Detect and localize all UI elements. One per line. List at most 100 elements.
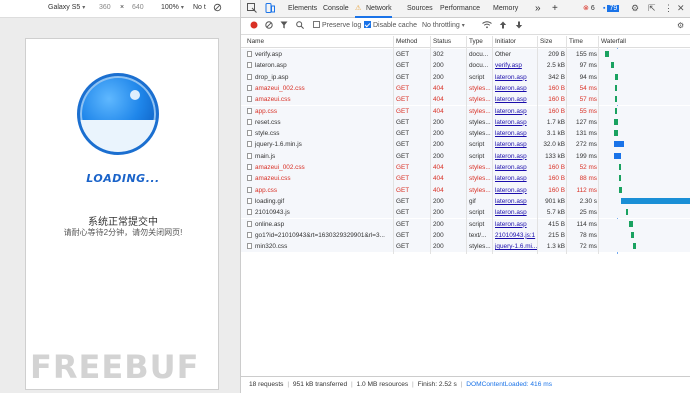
dock-icon[interactable]: ⇱ bbox=[648, 3, 656, 14]
request-type: text/... bbox=[469, 231, 487, 239]
upload-icon[interactable] bbox=[499, 20, 507, 32]
request-initiator[interactable]: lateron.asp bbox=[495, 219, 537, 230]
request-initiator[interactable]: lateron.asp bbox=[495, 196, 537, 207]
gear-icon[interactable]: ⚙ bbox=[631, 3, 639, 14]
request-name-cell[interactable]: lateron.asp bbox=[247, 60, 392, 71]
request-name-cell[interactable]: app.css bbox=[247, 106, 392, 117]
request-name-cell[interactable]: amazeui_002.css bbox=[247, 162, 392, 173]
tab-network[interactable]: ⚠ Network bbox=[355, 0, 392, 18]
request-size: 1.7 kB bbox=[546, 118, 565, 126]
tab-sources[interactable]: Sources bbox=[407, 0, 433, 18]
request-type: docu... bbox=[469, 51, 489, 58]
device-toolbar: Galaxy S5 ▾ 360 × 640 100% ▾ No t bbox=[0, 0, 240, 18]
request-initiator[interactable]: lateron.asp bbox=[495, 106, 537, 117]
request-initiator[interactable]: lateron.asp bbox=[495, 72, 537, 83]
add-tab-button[interactable]: + bbox=[552, 0, 558, 18]
request-name-cell[interactable]: loading.gif bbox=[247, 196, 392, 207]
file-icon bbox=[247, 152, 252, 159]
column-divider bbox=[566, 36, 567, 254]
wifi-icon[interactable] bbox=[482, 20, 492, 32]
throttling-select[interactable]: No throttling ▾ bbox=[422, 20, 465, 32]
column-header-method[interactable]: Method bbox=[396, 36, 417, 47]
request-initiator[interactable]: lateron.asp bbox=[495, 173, 537, 184]
error-badge[interactable]: ⊗ 6 bbox=[583, 0, 595, 18]
request-name-cell[interactable]: app.css bbox=[247, 185, 392, 196]
tab-memory[interactable]: Memory bbox=[493, 0, 518, 18]
request-initiator[interactable]: lateron.asp bbox=[495, 207, 537, 218]
request-initiator[interactable]: lateron.asp bbox=[495, 139, 537, 150]
record-icon[interactable] bbox=[250, 20, 258, 32]
device-select[interactable]: Galaxy S5 ▾ bbox=[48, 4, 85, 11]
waterfall-bar bbox=[610, 62, 615, 69]
request-status: 404 bbox=[433, 107, 444, 115]
request-initiator[interactable]: lateron.asp bbox=[495, 83, 537, 94]
tab-network-label: Network bbox=[366, 5, 392, 12]
request-status: 200 bbox=[433, 197, 444, 205]
inspect-icon[interactable] bbox=[247, 3, 257, 15]
request-name-cell[interactable]: jquery-1.6.min.js bbox=[247, 139, 392, 150]
height-input[interactable]: 640 bbox=[132, 4, 144, 11]
request-name-cell[interactable]: reset.css bbox=[247, 117, 392, 128]
width-input[interactable]: 360 bbox=[99, 4, 111, 11]
column-header-status[interactable]: Status bbox=[433, 36, 451, 47]
resources-size: 1.0 MB resources bbox=[356, 381, 409, 388]
devtools-panel: Elements Console ⚠ Network Sources Perfo… bbox=[240, 0, 690, 393]
filter-icon[interactable] bbox=[280, 20, 288, 32]
disable-cache-checkbox[interactable]: Disable cache bbox=[364, 20, 417, 32]
download-icon[interactable] bbox=[515, 20, 523, 32]
loading-text: LOADING... bbox=[86, 172, 160, 185]
tab-elements[interactable]: Elements bbox=[288, 0, 317, 18]
column-header-type[interactable]: Type bbox=[469, 36, 483, 47]
request-initiator[interactable]: lateron.asp bbox=[495, 151, 537, 162]
zoom-select[interactable]: 100% ▾ bbox=[161, 4, 184, 11]
request-name-cell[interactable]: 21010943.js bbox=[247, 207, 392, 218]
request-method: GET bbox=[396, 231, 410, 239]
request-name-cell[interactable]: drop_ip.asp bbox=[247, 72, 392, 83]
rotate-icon[interactable] bbox=[213, 3, 222, 14]
column-header-waterfall[interactable]: Waterfall bbox=[601, 36, 626, 47]
request-status: 200 bbox=[433, 118, 444, 126]
request-name-cell[interactable]: verify.asp bbox=[247, 49, 392, 60]
request-name: main.js bbox=[255, 152, 276, 160]
tab-console[interactable]: Console bbox=[323, 0, 349, 18]
request-status: 404 bbox=[433, 175, 444, 183]
request-name-cell[interactable]: online.asp bbox=[247, 219, 392, 230]
column-header-initiator[interactable]: Initiator bbox=[495, 36, 516, 47]
request-name-cell[interactable]: go1?id=21010943&rt=1630329329901&rl=3... bbox=[247, 230, 392, 241]
request-type: styles... bbox=[469, 118, 491, 126]
request-initiator[interactable]: lateron.asp bbox=[495, 94, 537, 105]
request-name-cell[interactable]: main.js bbox=[247, 151, 392, 162]
request-initiator[interactable]: jquery-1.6.mi... bbox=[495, 241, 537, 252]
column-header-time[interactable]: Time bbox=[569, 36, 583, 47]
more-tabs-button[interactable]: » bbox=[535, 0, 541, 18]
request-initiator[interactable]: lateron.asp bbox=[495, 117, 537, 128]
settings-gear-icon[interactable]: ⚙ bbox=[677, 20, 684, 32]
request-initiator[interactable]: 21010943.js:1 bbox=[495, 230, 537, 241]
request-initiator[interactable]: lateron.asp bbox=[495, 162, 537, 173]
column-divider bbox=[537, 36, 538, 254]
request-name-cell[interactable]: amazeui.css bbox=[247, 94, 392, 105]
request-name-cell[interactable]: amazeui.css bbox=[247, 173, 392, 184]
request-name-cell[interactable]: amazeui_002.css bbox=[247, 83, 392, 94]
preserve-log-label: Preserve log bbox=[322, 22, 362, 29]
throttle-select[interactable]: No t bbox=[193, 4, 206, 11]
request-initiator[interactable]: lateron.asp bbox=[495, 128, 537, 139]
column-divider bbox=[430, 36, 431, 254]
column-header-size[interactable]: Size bbox=[540, 36, 552, 47]
close-icon[interactable]: ✕ bbox=[677, 3, 685, 14]
request-status: 200 bbox=[433, 231, 444, 239]
transferred-size: 951 kB transferred bbox=[292, 381, 348, 388]
request-name-cell[interactable]: min320.css bbox=[247, 241, 392, 252]
kebab-menu-icon[interactable]: ⋮ bbox=[664, 3, 673, 14]
search-icon[interactable] bbox=[296, 20, 304, 32]
request-initiator[interactable]: verify.asp bbox=[495, 60, 537, 71]
column-header-name[interactable]: Name bbox=[247, 36, 264, 47]
clear-icon[interactable] bbox=[265, 20, 273, 32]
request-size: 215 B bbox=[548, 231, 565, 239]
request-name-cell[interactable]: style.css bbox=[247, 128, 392, 139]
message-badge[interactable]: ▪ 79 bbox=[603, 0, 620, 18]
tab-performance[interactable]: Performance bbox=[440, 0, 480, 18]
preserve-log-checkbox[interactable]: Preserve log bbox=[313, 20, 361, 32]
request-initiator[interactable]: lateron.asp bbox=[495, 185, 537, 196]
device-toggle-icon[interactable] bbox=[265, 3, 275, 15]
